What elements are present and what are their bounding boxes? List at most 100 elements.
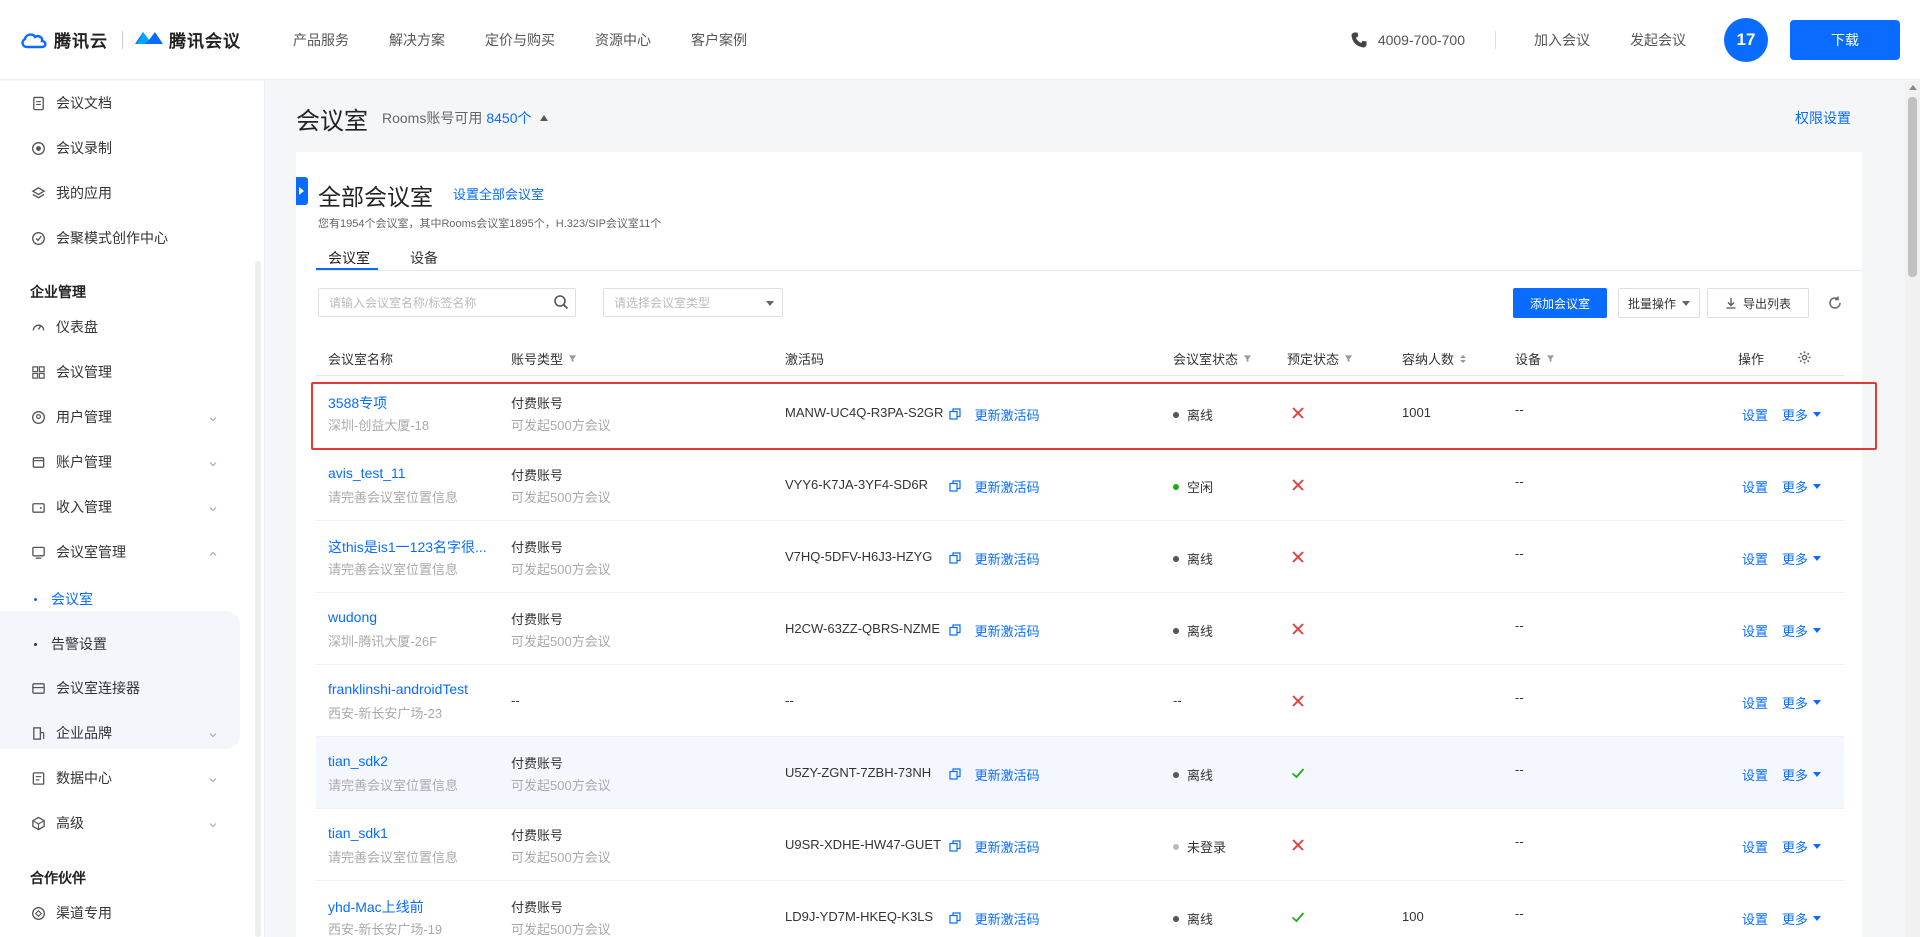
more-dropdown[interactable]: 更多 (1782, 765, 1822, 784)
more-dropdown[interactable]: 更多 (1782, 549, 1822, 568)
room-name-link[interactable]: 这this是is1一123名字很... (328, 537, 487, 557)
room-name-link[interactable]: wudong (328, 609, 377, 625)
table-row[interactable]: tian_sdk1 请完善会议室位置信息 付费账号 可发起500方会议 U9SR-XDH… (316, 809, 1844, 881)
join-meeting-link[interactable]: 加入会议 (1534, 30, 1590, 50)
export-button[interactable]: 导出列表 (1707, 288, 1809, 318)
filter-icon[interactable] (568, 354, 577, 363)
table-row[interactable]: wudong 深圳-腾讯大厦-26F 付费账号 可发起500方会议 H2CW-63ZZ-… (316, 593, 1844, 665)
copy-icon[interactable] (948, 551, 961, 564)
col-header-type[interactable]: 账号类型 (511, 349, 577, 368)
room-type-select[interactable]: 请选择会议室类型 (603, 288, 783, 317)
download-button[interactable]: 下载 (1790, 20, 1900, 60)
settings-link[interactable]: 设置 (1742, 405, 1768, 424)
settings-link[interactable]: 设置 (1742, 765, 1768, 784)
start-meeting-link[interactable]: 发起会议 (1630, 30, 1686, 50)
refresh-code-link[interactable]: 更新激活码 (975, 477, 1040, 496)
sidebar-subitem-rooms[interactable]: 会议室 (34, 589, 93, 609)
sort-icon[interactable] (1459, 354, 1467, 364)
add-room-button[interactable]: 添加会议室 (1513, 288, 1607, 318)
more-dropdown[interactable]: 更多 (1782, 477, 1822, 496)
table-row[interactable]: franklinshi-androidTest 西安-新长安广场-23 -- -- --… (316, 665, 1844, 737)
copy-icon[interactable] (948, 407, 961, 420)
refresh-code-link[interactable]: 更新激活码 (975, 765, 1040, 784)
settings-link[interactable]: 设置 (1742, 693, 1768, 712)
room-name-link[interactable]: 3588专项 (328, 393, 387, 413)
room-name-link[interactable]: avis_test_11 (328, 465, 406, 481)
refresh-icon[interactable] (1827, 295, 1843, 311)
set-all-rooms-link[interactable]: 设置全部会议室 (453, 184, 544, 203)
more-dropdown[interactable]: 更多 (1782, 405, 1822, 424)
sidebar-item-apps[interactable]: 我的应用 (0, 173, 240, 213)
settings-link[interactable]: 设置 (1742, 549, 1768, 568)
settings-link[interactable]: 设置 (1742, 909, 1768, 928)
sidebar-item-room-connector[interactable]: 会议室连接器 (0, 668, 240, 708)
table-row[interactable]: 这this是is1一123名字很... 请完善会议室位置信息 付费账号 可发起500方… (316, 521, 1844, 593)
nav-solutions[interactable]: 解决方案 (389, 30, 445, 50)
col-header-status[interactable]: 会议室状态 (1173, 349, 1252, 368)
table-row[interactable]: 3588专项 深圳-创益大厦-18 付费账号 可发起500方会议 MANW-UC4Q-R… (316, 377, 1844, 449)
sidebar-item-brand[interactable]: 企业品牌 (0, 713, 240, 753)
settings-link[interactable]: 设置 (1742, 837, 1768, 856)
table-row[interactable]: yhd-Mac上线前 西安-新长安广场-19 付费账号 可发起500方会议 LD9J-Y… (316, 881, 1844, 937)
scroll-up-arrow-icon[interactable] (1909, 85, 1917, 90)
filter-icon[interactable] (1344, 354, 1353, 363)
sidebar-subitem-alerts[interactable]: 告警设置 (34, 634, 107, 654)
more-dropdown[interactable]: 更多 (1782, 693, 1822, 712)
sidebar-item-room-mgmt[interactable]: 会议室管理 (0, 532, 240, 572)
rooms-quota[interactable]: Rooms账号可用 8450个 (382, 108, 548, 128)
refresh-code-link[interactable]: 更新激活码 (975, 837, 1040, 856)
gear-icon[interactable] (1797, 350, 1812, 365)
room-name-link[interactable]: franklinshi-androidTest (328, 681, 468, 697)
refresh-code-link[interactable]: 更新激活码 (975, 621, 1040, 640)
page-scrollbar[interactable] (1905, 81, 1920, 937)
sidebar-item-docs[interactable]: 会议文档 (0, 83, 240, 123)
sidebar-item-user-mgmt[interactable]: 用户管理 (0, 397, 240, 437)
filter-icon[interactable] (1243, 354, 1252, 363)
tab-rooms[interactable]: 会议室 (328, 248, 370, 268)
sidebar-item-account-mgmt[interactable]: 账户管理 (0, 442, 240, 482)
sidebar-item-creation-center[interactable]: 会聚模式创作中心 (0, 218, 240, 258)
copy-icon[interactable] (948, 623, 961, 636)
refresh-code-link[interactable]: 更新激活码 (975, 405, 1040, 424)
more-dropdown[interactable]: 更多 (1782, 837, 1822, 856)
sidebar-item-income-mgmt[interactable]: 收入管理 (0, 487, 240, 527)
refresh-code-link[interactable]: 更新激活码 (975, 549, 1040, 568)
col-header-capacity[interactable]: 容纳人数 (1402, 349, 1467, 368)
tab-devices[interactable]: 设备 (410, 248, 438, 268)
nav-resources[interactable]: 资源中心 (595, 30, 651, 50)
more-dropdown[interactable]: 更多 (1782, 621, 1822, 640)
table-row[interactable]: avis_test_11 请完善会议室位置信息 付费账号 可发起500方会议 VYY6-… (316, 449, 1844, 521)
sidebar-item-recording[interactable]: 会议录制 (0, 128, 240, 168)
refresh-code-link[interactable]: 更新激活码 (975, 909, 1040, 928)
table-row[interactable]: tian_sdk2 请完善会议室位置信息 付费账号 可发起500方会议 U5ZY-ZGN… (316, 737, 1844, 809)
room-name-link[interactable]: tian_sdk2 (328, 753, 388, 769)
sidebar-scrollbar[interactable] (255, 261, 261, 937)
nav-pricing[interactable]: 定价与购买 (485, 30, 555, 50)
more-dropdown[interactable]: 更多 (1782, 909, 1822, 928)
col-header-booking[interactable]: 预定状态 (1287, 349, 1353, 368)
filter-icon[interactable] (1546, 354, 1555, 363)
col-header-device[interactable]: 设备 (1515, 349, 1555, 368)
search-input[interactable] (318, 288, 576, 317)
copy-icon[interactable] (948, 767, 961, 780)
sidebar-item-data-center[interactable]: 数据中心 (0, 758, 240, 798)
scroll-thumb[interactable] (1908, 97, 1917, 277)
sidebar-item-dashboard[interactable]: 仪表盘 (0, 307, 240, 347)
sidebar-item-channel[interactable]: 渠道专用 (0, 893, 240, 933)
room-name-link[interactable]: yhd-Mac上线前 (328, 897, 424, 917)
permission-settings-link[interactable]: 权限设置 (1795, 108, 1851, 128)
copy-icon[interactable] (948, 839, 961, 852)
settings-link[interactable]: 设置 (1742, 477, 1768, 496)
search-icon[interactable] (553, 294, 569, 310)
sidebar-item-advanced[interactable]: 高级 (0, 803, 240, 843)
nav-products[interactable]: 产品服务 (293, 30, 349, 50)
batch-ops-button[interactable]: 批量操作 (1618, 288, 1700, 318)
collapse-marker-icon[interactable] (296, 177, 308, 205)
copy-icon[interactable] (948, 479, 961, 492)
sidebar-item-meeting-mgmt[interactable]: 会议管理 (0, 352, 240, 392)
room-name-link[interactable]: tian_sdk1 (328, 825, 388, 841)
avatar[interactable]: 17 (1724, 18, 1768, 62)
settings-link[interactable]: 设置 (1742, 621, 1768, 640)
logo[interactable]: 腾讯云 腾讯会议 (20, 27, 241, 52)
nav-cases[interactable]: 客户案例 (691, 30, 747, 50)
